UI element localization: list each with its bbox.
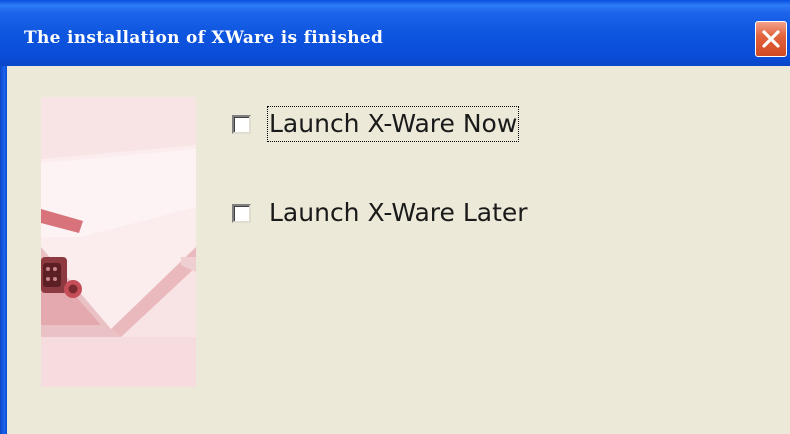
- launch-later-label[interactable]: Launch X-Ware Later: [268, 196, 529, 230]
- title-bar[interactable]: The installation of XWare is finished: [0, 0, 790, 66]
- close-button[interactable]: [755, 21, 787, 57]
- launch-later-checkbox[interactable]: [232, 203, 251, 223]
- launch-later-option[interactable]: Launch X-Ware Later: [232, 196, 529, 230]
- window-title: The installation of XWare is finished: [24, 28, 384, 48]
- installer-dialog: The installation of XWare is finished La…: [0, 0, 790, 434]
- close-icon: [762, 30, 780, 48]
- launch-now-checkbox[interactable]: [232, 114, 251, 134]
- serial-port-device-image: [41, 97, 196, 387]
- device-illustration: [41, 97, 196, 387]
- window-frame-left: [0, 66, 7, 434]
- launch-now-label[interactable]: Launch X-Ware Now: [266, 106, 520, 142]
- launch-now-option[interactable]: Launch X-Ware Now: [232, 106, 520, 142]
